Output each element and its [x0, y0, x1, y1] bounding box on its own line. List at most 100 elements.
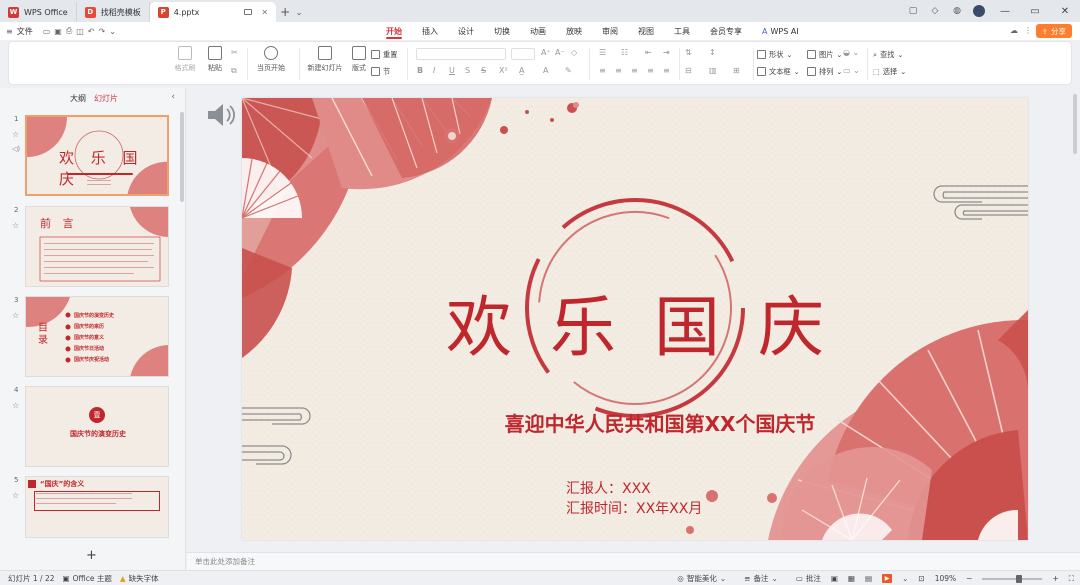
align-left-icon[interactable]: ≡ [599, 66, 606, 75]
panel-scrollbar[interactable] [180, 112, 184, 202]
new-slide-button[interactable]: 新建幻灯片 [301, 46, 349, 73]
clear-format-icon[interactable]: ◇ [571, 48, 577, 57]
columns-icon[interactable]: ▥ [709, 66, 717, 75]
select-button[interactable]: ⬚ 选择 ⌄ [873, 64, 906, 79]
tab-animation[interactable]: 动画 [520, 22, 556, 40]
play-slideshow-button[interactable]: ▶ [882, 574, 893, 583]
format-painter-button[interactable]: 格式刷 [169, 46, 201, 73]
increase-font-icon[interactable]: A⁺ [541, 48, 551, 57]
minimize-button[interactable]: — [990, 0, 1020, 22]
undo-icon[interactable]: ↶ [88, 27, 95, 36]
tab-pptx-file[interactable]: P 4.pptx ✕ [149, 2, 277, 22]
font-color-icon[interactable]: A [543, 66, 548, 75]
reset-button[interactable]: 重置 [371, 47, 397, 62]
highlight-icon[interactable]: ✎ [565, 66, 572, 75]
star-icon[interactable]: ☆ [12, 491, 19, 500]
redo-icon[interactable]: ↷ [99, 27, 106, 36]
numbered-list-icon[interactable]: ☷ [621, 48, 628, 57]
sorter-view-icon[interactable]: ▦ [848, 574, 855, 583]
monitor-icon[interactable] [244, 9, 253, 15]
file-menu[interactable]: 文件 [17, 26, 33, 37]
tab-tools[interactable]: 工具 [664, 22, 700, 40]
collapse-panel-icon[interactable]: ‹ [171, 92, 175, 102]
zoom-in-icon[interactable]: + [1052, 574, 1058, 583]
hamburger-icon[interactable]: ≡ [6, 27, 13, 36]
font-name-select[interactable] [416, 48, 506, 60]
reading-view-icon[interactable]: ▤ [865, 574, 872, 583]
decrease-font-icon[interactable]: A⁻ [555, 48, 565, 57]
reporter-block[interactable]: 汇报人：XXX 汇报时间：XX年XX月 [566, 479, 702, 519]
indent-icon[interactable]: ⇤ [645, 48, 652, 57]
more-icon[interactable]: ⌄ [109, 27, 116, 36]
tab-member[interactable]: 会员专享 [700, 22, 752, 40]
fill-icon[interactable]: ◒ ⌄ [843, 48, 859, 57]
new-tab-button[interactable]: + [276, 2, 294, 22]
user-avatar-button[interactable] [968, 0, 990, 22]
save-icon[interactable]: ▣ [54, 27, 62, 36]
tab-transition[interactable]: 切换 [484, 22, 520, 40]
shape-button[interactable]: 形状 ⌄ [757, 47, 792, 62]
tab-home[interactable]: 开始 [376, 22, 412, 40]
add-slide-button[interactable]: + [86, 548, 97, 563]
outline-icon[interactable]: ▭ ⌄ [843, 66, 860, 75]
tab-outline[interactable]: 大纲 [70, 93, 86, 104]
zoom-slider[interactable] [982, 574, 1043, 583]
picture-button[interactable]: 图片 ⌄ [807, 47, 842, 62]
star-icon[interactable]: ☆ [12, 130, 19, 139]
bold-icon[interactable]: B [417, 66, 423, 75]
fit-window-icon[interactable]: ⊡ [918, 574, 924, 583]
arrange-button[interactable]: 排列 ⌄ [807, 64, 842, 79]
slide-title[interactable]: 欢乐国庆 [242, 274, 1028, 370]
strikethrough-icon[interactable]: S [481, 66, 486, 75]
more-menu-icon[interactable]: ⋮ [1024, 26, 1032, 35]
paste-button[interactable]: 粘贴 [199, 46, 231, 73]
tab-wps-office[interactable]: W WPS Office [0, 2, 77, 22]
distribute-icon[interactable]: ≡ [663, 66, 670, 75]
tab-docer[interactable]: D 找稻壳模板 [77, 2, 150, 22]
notes-pane[interactable]: 单击此处添加备注 [187, 552, 1080, 570]
text-align-icon[interactable]: ⊟ [685, 66, 692, 75]
close-tab-icon[interactable]: ✕ [261, 8, 268, 17]
line-spacing-icon[interactable]: ↕ [709, 48, 716, 57]
speaker-icon[interactable] [205, 100, 235, 130]
theme-button[interactable]: ▣ Office 主题 [63, 573, 112, 584]
tab-view[interactable]: 视图 [628, 22, 664, 40]
window-layout-icon[interactable]: ▢ [902, 0, 924, 22]
play-dropdown-icon[interactable]: ⌄ [902, 574, 908, 583]
preview-icon[interactable]: ◫ [76, 27, 84, 36]
underline-icon[interactable]: U [449, 66, 455, 75]
align-right-icon[interactable]: ≡ [631, 66, 638, 75]
find-button[interactable]: ⌕ 查找 ⌄ [873, 47, 903, 62]
close-window-button[interactable]: ✕ [1050, 0, 1080, 22]
fullscreen-icon[interactable]: ⛶ [1069, 574, 1074, 584]
align-center-icon[interactable]: ≡ [615, 66, 622, 75]
italic-icon[interactable]: I [433, 66, 435, 75]
tab-slides[interactable]: 幻灯片 [94, 93, 118, 104]
tab-wps-ai[interactable]: A WPS AI [752, 22, 809, 40]
app-center-icon[interactable]: ◇ [924, 0, 946, 22]
smartart-icon[interactable]: ⊞ [733, 66, 740, 75]
char-spacing-icon[interactable]: A̲ [519, 66, 524, 75]
smart-beautify-button[interactable]: ◎ 智能美化 ⌄ [677, 573, 726, 584]
normal-view-icon[interactable]: ▣ [831, 574, 838, 583]
tab-insert[interactable]: 插入 [412, 22, 448, 40]
bullet-list-icon[interactable]: ☰ [599, 48, 606, 57]
section-button[interactable]: 节 [371, 64, 390, 79]
font-size-select[interactable] [511, 48, 535, 60]
share-button[interactable]: ⇪ 分享 [1035, 24, 1072, 38]
start-from-current-button[interactable]: 当页开始 [249, 46, 293, 73]
shadow-icon[interactable]: S [465, 66, 470, 75]
copy-icon[interactable]: ⧉ [231, 66, 237, 76]
slide-subtitle[interactable]: 喜迎中华人民共和国第XX个国庆节 [242, 408, 1028, 437]
zoom-out-icon[interactable]: − [966, 574, 972, 583]
star-icon[interactable]: ☆ [12, 401, 19, 410]
textbox-button[interactable]: 文本框 ⌄ [757, 64, 800, 79]
notes-button[interactable]: ≡ 备注 ⌄ [744, 573, 778, 584]
tab-slideshow[interactable]: 放映 [556, 22, 592, 40]
skin-icon[interactable]: ◍ [946, 0, 968, 22]
tab-review[interactable]: 审阅 [592, 22, 628, 40]
justify-icon[interactable]: ≡ [647, 66, 654, 75]
print-icon[interactable]: ⎙ [66, 26, 72, 36]
comments-button[interactable]: ▭ 批注 [796, 573, 821, 584]
maximize-button[interactable]: ▭ [1020, 0, 1050, 22]
